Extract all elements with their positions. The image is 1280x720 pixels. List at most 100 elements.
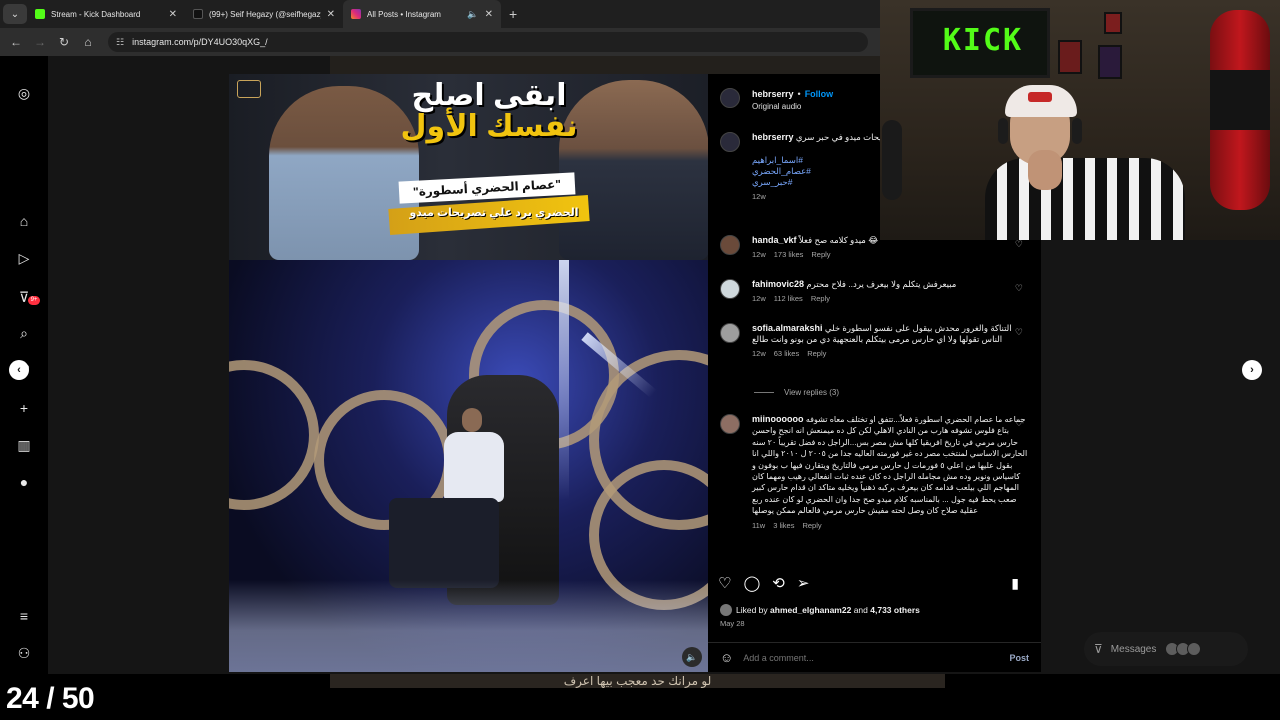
liked-by-user[interactable]: ahmed_elghanam22 (770, 605, 851, 615)
author-username[interactable]: hebrserry (752, 89, 794, 99)
close-icon[interactable]: ✕ (169, 9, 177, 20)
comment-username[interactable]: miinoooooo (752, 414, 804, 424)
comment-likes[interactable]: 112 likes (774, 294, 803, 303)
emoji-icon[interactable]: ☺ (720, 650, 733, 665)
next-post-arrow-icon[interactable]: › (1242, 360, 1262, 380)
menu-icon[interactable]: ≡ (15, 607, 33, 625)
comment-username[interactable]: sofia.almarakshi (752, 323, 823, 333)
post-actions: ♡ ◯ ⟲ ➢ ▮ (718, 574, 1031, 593)
likes-count[interactable]: 4,733 others (870, 605, 920, 615)
forward-icon[interactable]: → (28, 35, 52, 49)
messages-button[interactable]: ⊽ Messages (1084, 632, 1248, 666)
comment-likes[interactable]: 3 likes (773, 521, 794, 530)
reply-button[interactable]: Reply (811, 250, 830, 259)
tab-kick-dashboard[interactable]: Stream - Kick Dashboard ✕ (27, 0, 185, 28)
tab-tiktok[interactable]: (99+) Seif Hegazy (@seifhegazy ✕ (185, 0, 343, 28)
address-bar[interactable]: ☷ instagram.com/p/DY4UO30qXG_/ (108, 32, 868, 52)
video-thumbnail-banner: ابقى اصلح نفسك الأول "عصام الحضري أسطورة… (229, 74, 708, 260)
comment-body: fahimovic28 مبيعرفش يتكلم ولا بيعرف يرد.… (752, 279, 1031, 303)
comment-bubble-icon[interactable]: ◯ (743, 574, 760, 592)
headset-left (998, 118, 1008, 144)
close-icon[interactable]: ✕ (327, 9, 335, 20)
bookmark-icon[interactable]: ▮ (1011, 575, 1019, 592)
messages-icon: ⊽ (1094, 642, 1103, 656)
home-icon[interactable]: ⌂ (15, 212, 33, 230)
comment-time: 12w (752, 250, 766, 259)
post-video[interactable]: ابقى اصلح نفسك الأول "عصام الحضري أسطورة… (229, 74, 708, 672)
reels-icon[interactable]: ▷ (15, 249, 33, 267)
comment-time: 12w (752, 349, 766, 358)
comment-item: miinoooooo جماعه ما عصام الحضري اسطورة ف… (720, 414, 1031, 530)
speaker-icon[interactable]: 🔈 (467, 9, 478, 20)
cap-logo (1028, 92, 1052, 102)
wall-frame (1058, 40, 1082, 74)
post-comment-button[interactable]: Post (1009, 653, 1029, 663)
add-comment-input[interactable] (743, 652, 1010, 663)
kick-favicon-icon (35, 9, 45, 19)
thumbnail-title-line2: نفسك الأول (400, 110, 578, 143)
new-tab-icon[interactable]: + (509, 6, 517, 22)
post-date: May 28 (720, 619, 745, 628)
back-icon[interactable]: ← (4, 35, 28, 49)
reply-button[interactable]: Reply (802, 521, 821, 530)
streamer-hand (1028, 150, 1062, 190)
create-icon[interactable]: + (15, 399, 33, 417)
commenter-avatar[interactable] (720, 414, 740, 434)
messages-label: Messages (1110, 643, 1157, 655)
like-comment-heart-icon[interactable]: ♡ (1015, 418, 1023, 429)
view-replies-button[interactable]: View replies (3) (754, 388, 839, 397)
browser-toolbar: ← → ↻ ⌂ ☷ instagram.com/p/DY4UO30qXG_/ (0, 28, 880, 56)
audio-label[interactable]: Original audio (752, 102, 833, 111)
comment-time: 12w (752, 294, 766, 303)
close-icon[interactable]: ✕ (485, 9, 493, 20)
like-heart-icon[interactable]: ♡ (718, 574, 731, 592)
add-comment-bar: ☺ Post (708, 642, 1041, 672)
instagram-favicon-icon (351, 9, 361, 19)
reply-button[interactable]: Reply (807, 349, 826, 358)
comment-likes[interactable]: 63 likes (774, 349, 799, 358)
webcam-overlay: KICK (880, 0, 1280, 240)
background-subtitle: لو مرانك حد معجب بيها اعرف (330, 674, 945, 688)
site-info-icon[interactable]: ☷ (116, 37, 124, 48)
reload-icon[interactable]: ↻ (52, 35, 76, 49)
reply-button[interactable]: Reply (811, 294, 830, 303)
instagram-logo-icon[interactable]: ◎ (15, 84, 33, 102)
like-comment-heart-icon[interactable]: ♡ (1015, 239, 1023, 250)
tab-search-button[interactable]: ⌄ (3, 4, 27, 24)
search-icon[interactable]: ⌕ (15, 324, 33, 342)
divider-line (754, 392, 774, 393)
comment-likes[interactable]: 173 likes (774, 250, 804, 259)
stage-fog (229, 580, 708, 672)
like-comment-heart-icon[interactable]: ♡ (1015, 283, 1023, 294)
author-avatar[interactable] (720, 132, 740, 152)
post-counter: 24 / 50 (6, 682, 95, 715)
caption-username[interactable]: hebrserry (752, 132, 794, 142)
dashboard-icon[interactable]: ▥ (15, 436, 33, 454)
audio-toggle-icon[interactable]: 🔈 (682, 647, 702, 667)
previous-post-arrow-icon[interactable]: ‹ (9, 360, 29, 380)
commenter-avatar[interactable] (720, 279, 740, 299)
author-avatar[interactable] (720, 87, 740, 108)
comment-item: sofia.almarakshi التناكة والغرور محدش بي… (720, 323, 1031, 358)
home-icon[interactable]: ⌂ (76, 35, 100, 49)
show-logo (237, 80, 261, 98)
repost-icon[interactable]: ⟲ (772, 574, 785, 592)
stage-light (559, 260, 569, 500)
share-send-icon[interactable]: ➢ (797, 574, 810, 592)
tab-instagram[interactable]: All Posts • Instagram 🔈 ✕ (343, 0, 501, 28)
browser-tabbar: ⌄ Stream - Kick Dashboard ✕ (99+) Seif H… (0, 0, 880, 28)
comment-username[interactable]: fahimovic28 (752, 279, 804, 289)
comment-item: fahimovic28 مبيعرفش يتكلم ولا بيعرف يرد.… (720, 279, 1031, 303)
follow-button[interactable]: Follow (805, 89, 834, 99)
commenter-avatar[interactable] (720, 323, 740, 343)
commenter-avatar[interactable] (720, 235, 740, 255)
wall-frame (1104, 12, 1122, 34)
comment-body: miinoooooo جماعه ما عصام الحضري اسطورة ف… (752, 414, 1031, 530)
comment-username[interactable]: handa_vkf (752, 235, 797, 245)
also-from-meta-icon[interactable]: ⚇ (15, 644, 33, 662)
profile-avatar-icon[interactable]: ● (15, 473, 33, 491)
tab-label: (99+) Seif Hegazy (@seifhegazy (209, 9, 321, 19)
like-comment-heart-icon[interactable]: ♡ (1015, 327, 1023, 338)
streamer-shirt (985, 158, 1185, 240)
stage-ring (229, 360, 319, 510)
